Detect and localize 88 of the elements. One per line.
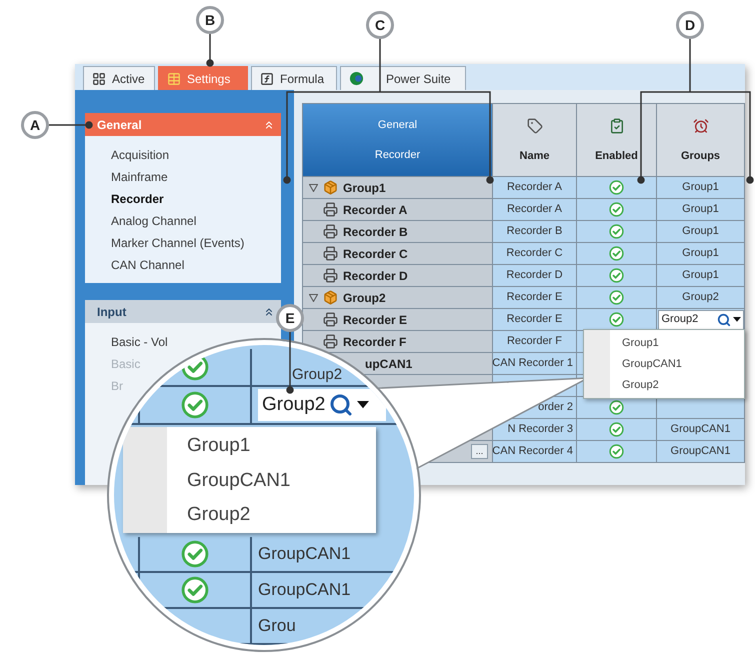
tree-label[interactable]: Group2 xyxy=(343,288,386,306)
table-cell-text: Grou xyxy=(258,615,296,638)
printer-icon xyxy=(323,202,338,217)
group-field[interactable]: Group2 xyxy=(658,310,744,330)
dropdown-option[interactable]: GroupCAN1 xyxy=(610,354,690,375)
section-header[interactable]: Input xyxy=(85,300,281,323)
sidebar-item[interactable]: Basic - Vol xyxy=(111,331,168,353)
group-field[interactable]: Group2 xyxy=(258,389,386,421)
tab[interactable]: Power Suite xyxy=(340,66,466,90)
dropdown-option[interactable]: Group1 xyxy=(610,333,690,354)
tree-label[interactable]: Recorder A xyxy=(343,200,408,218)
printer-icon xyxy=(323,246,338,261)
column-header[interactable]: Groups xyxy=(657,104,745,177)
printer-icon xyxy=(323,268,338,283)
table-cell-text: GroupCAN1 xyxy=(258,579,351,602)
table-cell-text: order 2 xyxy=(538,400,573,416)
table-cell-text: Recorder D xyxy=(506,268,563,284)
table-cell-text: Recorder E xyxy=(506,312,562,328)
sidebar-item[interactable]: Marker Channel (Events) xyxy=(111,232,244,254)
tree-label[interactable]: Recorder C xyxy=(343,244,408,262)
leader-line xyxy=(286,332,294,394)
printer-icon xyxy=(323,312,338,327)
sidebar-item[interactable]: Mainframe xyxy=(111,166,168,188)
callout-label: A xyxy=(21,111,49,139)
leader-line xyxy=(206,34,214,67)
printer-icon xyxy=(323,224,338,239)
clipboard-check-icon xyxy=(608,118,624,134)
package-icon xyxy=(323,290,338,305)
logo-icon xyxy=(349,71,364,86)
function-icon xyxy=(260,72,274,86)
table-cell-text: Recorder C xyxy=(506,246,563,262)
expanded-triangle-icon[interactable] xyxy=(309,294,318,302)
grid-icon xyxy=(92,72,106,86)
table-cell-text: CAN Recorder 1 xyxy=(492,356,573,372)
table-cell-text: Recorder E xyxy=(506,290,562,306)
table-cell-text: Recorder A xyxy=(506,180,562,196)
table-cell-text: Group1 xyxy=(682,202,719,218)
sidebar-item[interactable]: Acquisition xyxy=(111,144,170,166)
tree-label[interactable]: Recorder E xyxy=(343,310,408,328)
search-icon[interactable] xyxy=(716,312,730,326)
tree-label[interactable]: Recorder D xyxy=(343,266,408,284)
column-header[interactable]: Enabled xyxy=(577,104,657,177)
table-cell-text: N Recorder 3 xyxy=(508,422,573,438)
tree-label[interactable]: Recorder F xyxy=(343,332,406,350)
tab[interactable]: Active xyxy=(83,66,155,90)
column-header[interactable]: Name xyxy=(493,104,577,177)
table-cell-text: Group1 xyxy=(682,246,719,262)
chevrons-up-icon xyxy=(263,118,275,130)
search-icon[interactable] xyxy=(329,393,354,417)
tree-label[interactable]: Group1 xyxy=(343,178,386,196)
table-cell-text: CAN Recorder 4 xyxy=(492,444,573,460)
table-cell-text: Group1 xyxy=(682,268,719,284)
table-cell-text: Recorder F xyxy=(506,334,562,350)
tag-icon xyxy=(526,118,542,134)
sidebar-item[interactable]: CAN Channel xyxy=(111,254,184,276)
dropdown-option[interactable]: Group2 xyxy=(167,498,290,534)
leader-line xyxy=(49,121,93,129)
alarm-clock-icon xyxy=(692,118,708,134)
header-text: General xyxy=(378,118,418,132)
browse-button[interactable]: ... xyxy=(470,444,488,459)
chevrons-up-icon xyxy=(263,306,275,318)
package-icon xyxy=(323,180,338,195)
table-cell-text: Group2 xyxy=(682,290,719,306)
tab[interactable]: Formula xyxy=(251,66,337,90)
sidebar-item[interactable]: Analog Channel xyxy=(111,210,196,232)
table-cell-text: GroupCAN1 xyxy=(670,444,730,460)
table-cell-text: Group1 xyxy=(682,180,719,196)
table-cell-text: Group1 xyxy=(682,224,719,240)
tree-label[interactable]: upCAN1 xyxy=(365,354,412,372)
tree-label[interactable]: Recorder B xyxy=(343,222,408,240)
caret-icon xyxy=(357,401,370,409)
callout-label: D xyxy=(676,11,704,39)
dropdown-option[interactable]: Group1 xyxy=(167,429,290,464)
dropdown-option[interactable]: Group2 xyxy=(610,375,690,396)
table-icon xyxy=(167,72,181,86)
table-cell-text: Recorder B xyxy=(506,224,562,240)
callout-label: B xyxy=(196,6,224,34)
expanded-triangle-icon[interactable] xyxy=(309,184,318,192)
callout-label: C xyxy=(366,11,394,39)
table-cell-text: Recorder A xyxy=(506,202,562,218)
header-text: Recorder xyxy=(374,148,420,163)
dropdown-option[interactable]: GroupCAN1 xyxy=(167,464,290,498)
table-cell-text: Group2 xyxy=(292,364,342,385)
table-cell-text: GroupCAN1 xyxy=(258,543,351,566)
sidebar-item[interactable]: Recorder xyxy=(111,188,164,210)
caret-icon xyxy=(732,317,740,322)
printer-icon xyxy=(323,334,338,349)
table-cell-text: GroupCAN1 xyxy=(670,422,730,438)
